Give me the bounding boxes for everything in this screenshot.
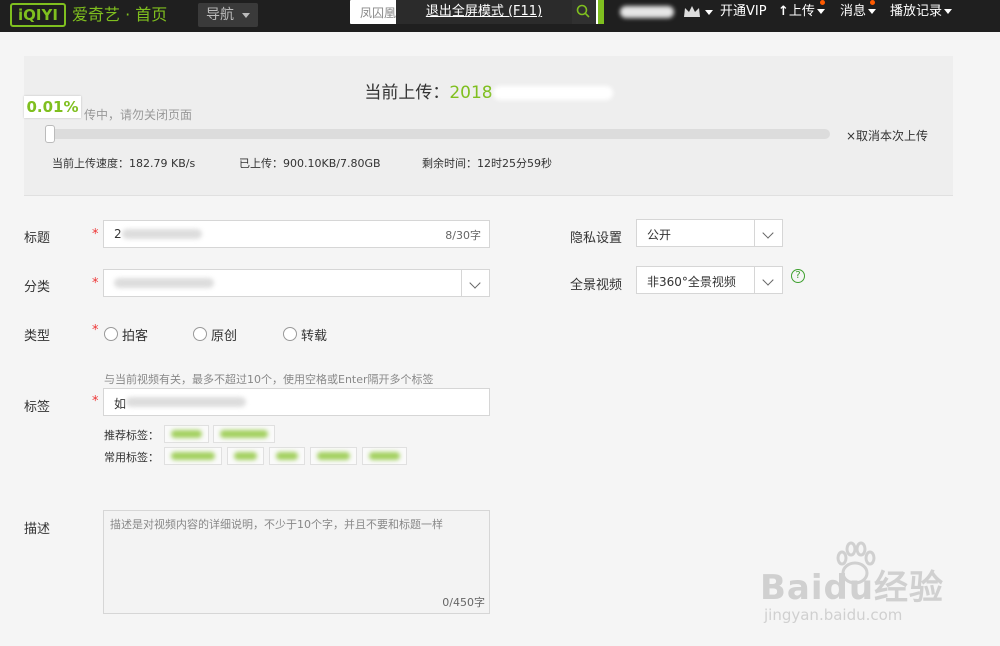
- nav-dropdown[interactable]: 导航: [198, 3, 258, 27]
- notification-dot: [870, 0, 875, 5]
- chevron-down-icon: [242, 13, 250, 18]
- upload-page: iQIYI 爱奇艺 · 首页 导航 凤囚凰 退出全屏模式 (F11) 开通VIP…: [0, 0, 1000, 646]
- tags-input[interactable]: 如: [103, 388, 490, 416]
- recommend-tag-chip[interactable]: [213, 425, 275, 443]
- tags-blurred: [126, 397, 246, 407]
- upload-file-name: 2018: [449, 83, 493, 103]
- upload-title-prefix: 当前上传：: [364, 83, 450, 103]
- description-label: 描述: [24, 522, 51, 537]
- privacy-select[interactable]: 公开: [636, 219, 783, 247]
- privacy-label: 隐私设置: [570, 231, 623, 246]
- chevron-down-icon: [705, 10, 713, 15]
- upload-icon: ↑: [778, 4, 789, 19]
- upload-percent: 0.01%: [24, 96, 81, 118]
- privacy-value: 公开: [647, 228, 672, 242]
- chevron-down-icon: [868, 9, 877, 14]
- chevron-down-icon: [944, 9, 953, 14]
- chevron-down-icon: [816, 9, 825, 14]
- upload-progress-bar: [45, 125, 830, 143]
- open-vip-link[interactable]: 开通VIP: [720, 0, 767, 24]
- common-tag-chip[interactable]: [269, 447, 305, 465]
- progress-knob: [45, 125, 55, 143]
- required-mark: *: [92, 276, 99, 291]
- vip-crown-menu[interactable]: [682, 0, 714, 24]
- title-char-count: 8/30字: [445, 229, 481, 242]
- upload-speed: 当前上传速度：182.79 KB/s: [52, 157, 196, 170]
- common-tag-chip[interactable]: [362, 447, 407, 465]
- panorama-select[interactable]: 非360°全景视频: [636, 266, 783, 294]
- fullscreen-exit-hint: 退出全屏模式 (F11): [396, 0, 572, 24]
- tag-blurred: [171, 452, 215, 460]
- user-menu[interactable]: [620, 0, 676, 24]
- nav-label: 导航: [206, 7, 234, 23]
- upload-hint: 传中，请勿关闭页面: [84, 108, 193, 122]
- description-textarea[interactable]: 描述是对视频内容的详细说明，不少于10个字，并且不要和标题一样 0/450字: [103, 510, 490, 614]
- title-value: 2: [114, 227, 122, 241]
- type-label: 类型: [24, 329, 51, 344]
- common-tags-label: 常用标签：: [104, 451, 159, 464]
- notification-dot: [820, 0, 825, 5]
- common-tag-chip[interactable]: [164, 447, 222, 465]
- uploaded-size: 已上传：900.10KB/7.80GB: [239, 157, 381, 170]
- search-icon: [576, 4, 590, 18]
- required-mark: *: [92, 323, 99, 338]
- search-placeholder: 凤囚凰: [360, 6, 397, 20]
- watermark-brand: Baidu经验: [760, 568, 945, 608]
- username-blurred: [620, 6, 674, 18]
- upload-progress-panel: 当前上传：2018 0.01% 传中，请勿关闭页面 ×取消本次上传 当前上传速度…: [24, 56, 953, 196]
- tag-blurred: [171, 430, 202, 438]
- description-char-count: 0/450字: [442, 596, 485, 609]
- watermark-url: jingyan.baidu.com: [764, 606, 903, 624]
- common-tag-chip[interactable]: [310, 447, 357, 465]
- required-mark: *: [92, 227, 99, 242]
- home-link[interactable]: 爱奇艺 · 首页: [72, 5, 167, 25]
- category-select[interactable]: [103, 269, 490, 297]
- recommend-tags-label: 推荐标签：: [104, 429, 159, 442]
- tag-blurred: [234, 452, 257, 460]
- type-radio-paike[interactable]: 拍客: [104, 325, 148, 344]
- category-blurred: [114, 278, 214, 288]
- upload-title: 当前上传：2018: [24, 78, 953, 103]
- panorama-label: 全景视频: [570, 278, 623, 293]
- category-label: 分类: [24, 280, 51, 295]
- tags-hint: 与当前视频有关，最多不超过10个，使用空格或Enter隔开多个标签: [104, 373, 434, 386]
- tags-label: 标签: [24, 400, 51, 415]
- tags-value: 如: [114, 397, 127, 411]
- type-radio-original[interactable]: 原创: [193, 325, 237, 344]
- messages-label: 消息: [840, 4, 867, 19]
- tag-blurred: [317, 452, 350, 460]
- top-nav-bar: iQIYI 爱奇艺 · 首页 导航 凤囚凰 退出全屏模式 (F11) 开通VIP…: [0, 0, 1000, 32]
- messages-menu[interactable]: 消息: [840, 0, 877, 24]
- common-tag-chip[interactable]: [227, 447, 264, 465]
- chevron-down-icon: [754, 220, 782, 246]
- remaining-time: 剩余时间：12时25分59秒: [422, 157, 552, 170]
- cancel-upload-button[interactable]: ×取消本次上传: [846, 127, 928, 144]
- chevron-down-icon: [754, 267, 782, 293]
- upload-label: 上传: [788, 4, 815, 19]
- accent-bar: [598, 0, 604, 24]
- title-label: 标题: [24, 231, 51, 246]
- file-name-blurred: [492, 86, 613, 100]
- chevron-down-icon: [461, 270, 489, 296]
- tag-blurred: [369, 452, 400, 460]
- search-button[interactable]: [570, 0, 596, 24]
- tag-blurred: [220, 430, 268, 438]
- panorama-value: 非360°全景视频: [647, 275, 736, 289]
- description-placeholder: 描述是对视频内容的详细说明，不少于10个字，并且不要和标题一样: [110, 518, 443, 531]
- title-blurred: [122, 229, 202, 239]
- upload-menu[interactable]: ↑上传: [778, 0, 825, 24]
- history-label: 播放记录: [890, 4, 943, 19]
- type-radio-repost[interactable]: 转载: [283, 325, 327, 344]
- help-icon[interactable]: ?: [791, 269, 805, 283]
- history-menu[interactable]: 播放记录: [890, 0, 953, 24]
- iqiyi-logo[interactable]: iQIYI: [10, 3, 66, 27]
- fullscreen-hint-text: 退出全屏模式 (F11): [425, 4, 543, 19]
- required-mark: *: [92, 394, 99, 409]
- title-input[interactable]: 2 8/30字: [103, 220, 490, 248]
- tag-blurred: [276, 452, 298, 460]
- crown-icon: [684, 6, 700, 17]
- recommend-tag-chip[interactable]: [164, 425, 209, 443]
